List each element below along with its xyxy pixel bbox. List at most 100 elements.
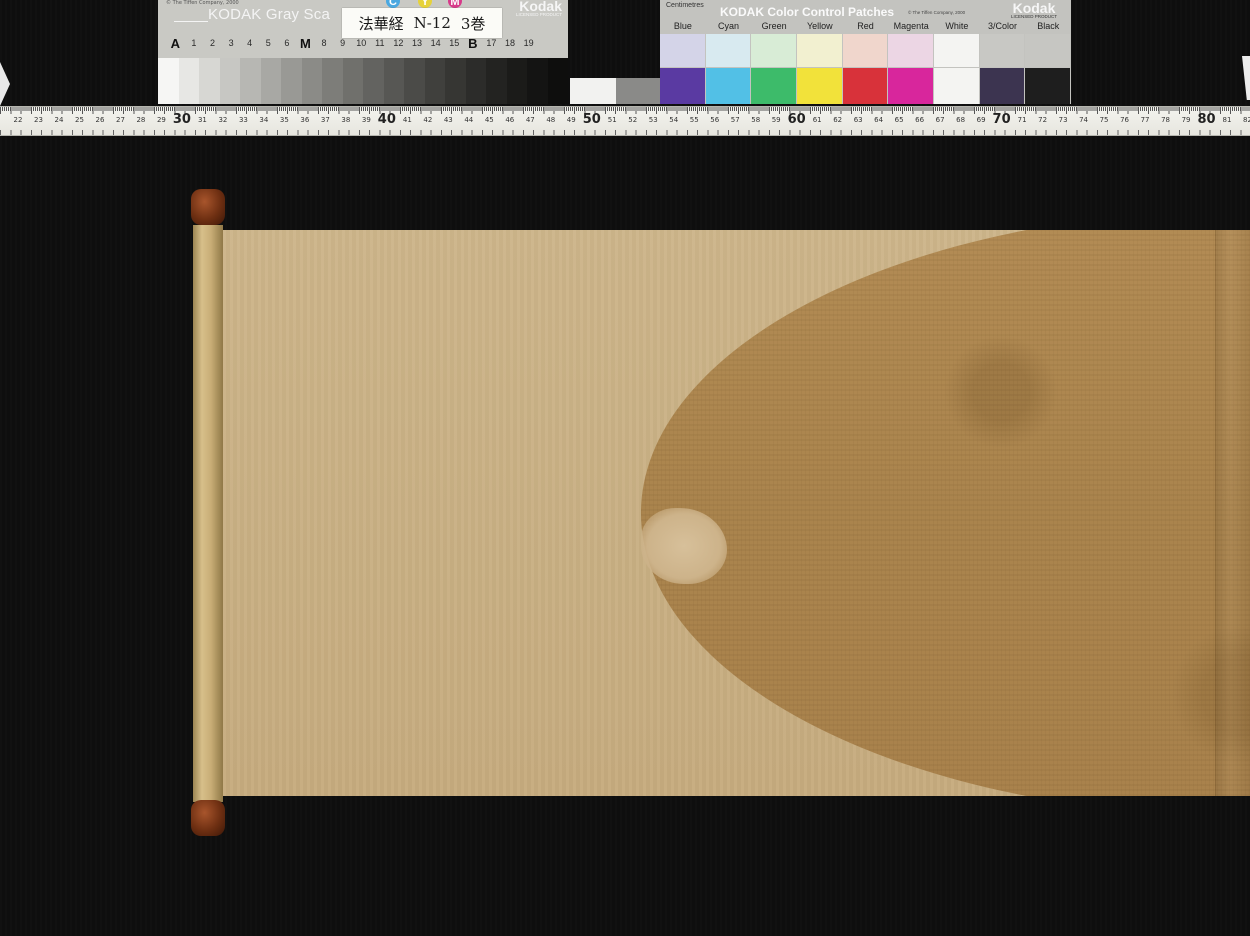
gray-reference-patch [616,78,662,104]
color-patch [797,34,842,67]
yellow-dot: Y [418,0,432,8]
ruler-number: 60 [787,112,806,127]
color-card-title: KODAK Color Control Patches [720,5,895,19]
ruler-number: 22 [13,116,23,124]
gray-patch [527,58,548,104]
color-patches-dark [660,68,1071,104]
color-patch [1025,68,1071,104]
gray-step-label: 18 [504,38,515,48]
color-patch-name: Green [761,21,787,31]
ruler-bottom-ticks [0,130,1250,135]
ruler-number: 55 [689,116,699,124]
ruler-number: 34 [259,116,269,124]
label-volume: 3巻 [460,14,486,33]
gray-patch [506,58,527,104]
gray-patch [199,58,220,104]
kodak-color-control-card: Centimetres KODAK Color Control Patches … [660,0,1071,104]
gray-patch [178,58,199,104]
licensed-product-text: LICENSED PRODUCT [1010,14,1057,19]
paper-right-seam [1215,230,1250,796]
ruler-number: 58 [751,116,761,124]
gray-step-label: 10 [356,38,367,48]
ruler-number: 35 [279,116,289,124]
gray-step-label: 3 [228,38,234,48]
ruler-number: 73 [1058,116,1068,124]
ruler-number: 33 [238,116,248,124]
ruler-number: 67 [935,116,945,124]
gray-patch [486,58,507,104]
color-patch-name: 3/Color [988,21,1018,31]
gray-step-label: 14 [430,38,441,48]
gray-patches [158,58,568,104]
ruler-number: 70 [992,112,1011,127]
color-card-brand: Kodak LICENSED PRODUCT [1011,0,1057,19]
roller-rod [193,225,223,802]
ruler-number: 72 [1038,116,1048,124]
color-patch-name: Yellow [807,21,833,31]
color-patch [888,68,934,104]
gray-card-brand: Kodak LICENSED PRODUCT [516,0,562,17]
gray-step-label: 11 [375,38,385,48]
color-patch [660,34,705,67]
roller-bottom-knob [191,800,225,836]
ruler-number: 57 [730,116,740,124]
color-patch-names: Blue Cyan Green Yellow Red Magenta White 3/Colo… [660,21,1071,33]
ruler-number: 43 [443,116,453,124]
ruler-number: 61 [812,116,822,124]
ruler-number: 32 [218,116,228,124]
kodak-gray-scale-card: © The Tiffen Company, 2000 KODAK Gray Sc… [158,0,568,104]
ruler-number: 26 [95,116,105,124]
ruler-number: 74 [1079,116,1089,124]
ruler-number: 68 [956,116,966,124]
ruler-number: 52 [628,116,638,124]
color-patch [842,34,888,67]
ruler-number: 63 [853,116,863,124]
color-card-copyright: © The Tiffen Company, 2000 [908,10,966,15]
ruler-number: 62 [833,116,843,124]
ruler-number: 76 [1120,116,1130,124]
ruler-number: 48 [546,116,556,124]
ruler-number: 56 [710,116,720,124]
ruler-number: 30 [172,112,191,127]
color-patch-name: Cyan [718,21,740,31]
ruler-number: 42 [423,116,433,124]
gray-patch [383,58,404,104]
gray-patch [260,58,281,104]
gray-step-label: 4 [247,38,253,48]
ruler-number: 71 [1017,116,1027,124]
ruler-number: 45 [484,116,494,124]
ruler-number: 78 [1161,116,1170,124]
ruler-number: 54 [669,116,679,124]
silk-texture [641,230,1250,796]
ruler-number: 46 [505,116,515,124]
roller-top-knob [191,189,225,225]
ruler-number: 80 [1197,112,1216,127]
ruler-number: 49 [566,116,576,124]
color-patch [979,68,1025,104]
ruler-number: 38 [341,116,351,124]
gray-step-label: 15 [449,38,460,48]
color-patch [751,68,797,104]
gray-step-label: 9 [340,38,346,48]
gray-patch [445,58,466,104]
color-patch-name: Red [857,21,874,31]
ruler-number: 44 [464,116,474,124]
ruler-number: 27 [115,116,125,124]
ruler-number: 79 [1181,116,1191,124]
ruler-number: 77 [1140,116,1150,124]
gray-patch [363,58,384,104]
gray-card-title-line [174,21,208,22]
ruler-number: 82 [1243,116,1250,124]
gray-patch [281,58,302,104]
gray-patch [342,58,363,104]
ruler-number: 36 [300,116,310,124]
gray-step-label: 12 [393,38,404,48]
ruler-number: 51 [607,116,617,124]
gray-step-label: 5 [265,38,271,48]
gray-step-label: A [170,35,180,51]
ruler-number: 28 [136,116,146,124]
color-patch [751,34,797,67]
magenta-dot: M [448,0,462,8]
color-patches-light [660,34,1071,67]
ruler-number: 50 [582,112,601,127]
